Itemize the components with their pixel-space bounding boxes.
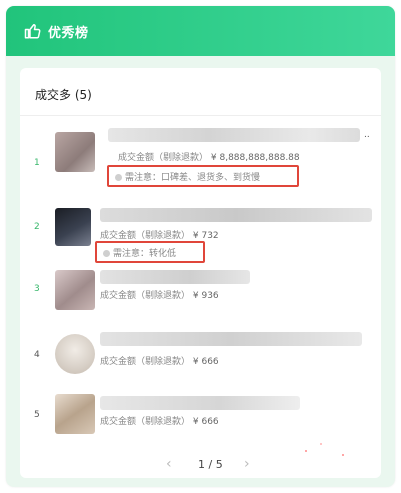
amount-value: ¥ 732 (192, 231, 219, 241)
divider (20, 115, 381, 116)
amount-label: 成交金额（剔除退款） (100, 291, 191, 301)
pagination: ‹ 1 / 5 › (20, 456, 381, 476)
amount-text: 成交金额（剔除退款） ¥ 8,888,888,888.88 (118, 150, 300, 163)
list-item[interactable]: 5 成交金额（剔除退款） ¥ 666 (20, 390, 381, 460)
amount-text: 成交金额（剔除退款） ¥ 666 (100, 414, 219, 427)
panel-title: 优秀榜 (48, 26, 89, 41)
product-thumbnail (55, 334, 95, 374)
thumbs-up-icon (24, 24, 41, 39)
list-item[interactable]: 4 成交金额（剔除退款） ¥ 666 (20, 328, 381, 398)
warning-badge: 需注意：口碑差、退货多、到货慢 (107, 165, 299, 187)
rank-number: 4 (34, 350, 40, 360)
amount-label: 成交金额（剔除退款） (118, 153, 209, 163)
product-thumbnail (55, 208, 91, 246)
section-title: 成交多 (5) (35, 88, 92, 102)
amount-value: ¥ 936 (192, 291, 219, 301)
product-name-blurred (100, 332, 362, 346)
warning-text: 需注意：转化低 (113, 249, 177, 259)
amount-text: 成交金额（剔除退款） ¥ 936 (100, 288, 219, 301)
amount-text: 成交金额（剔除退款） ¥ 732 (100, 228, 219, 241)
amount-value: ¥ 666 (192, 357, 219, 367)
chevron-left-icon[interactable]: ‹ (166, 456, 172, 472)
amount-text: 成交金额（剔除退款） ¥ 666 (100, 354, 219, 367)
rank-number: 2 (34, 222, 40, 232)
leaderboard-panel: 优秀榜 成交多 (5) 1 .. 成交金额（剔除退款） ¥ 8,888,888,… (6, 6, 395, 487)
decorative-dot (305, 450, 307, 452)
decorative-dot (320, 443, 322, 445)
warning-badge: 需注意：转化低 (95, 241, 205, 263)
list-item[interactable]: 3 成交金额（剔除退款） ¥ 936 (20, 266, 381, 336)
amount-label: 成交金额（剔除退款） (100, 357, 191, 367)
warning-dot-icon (115, 174, 122, 181)
ranking-card: 成交多 (5) 1 .. 成交金额（剔除退款） ¥ 8,888,888,888.… (20, 68, 381, 478)
chevron-right-icon[interactable]: › (244, 456, 250, 472)
rank-number: 3 (34, 284, 40, 294)
amount-value: ¥ 8,888,888,888.88 (210, 153, 300, 163)
product-thumbnail (55, 394, 95, 434)
warning-dot-icon (103, 250, 110, 257)
amount-label: 成交金额（剔除退款） (100, 417, 191, 427)
product-name-blurred (100, 208, 372, 222)
product-name-blurred (100, 396, 300, 410)
page-indicator: 1 / 5 (198, 458, 223, 471)
product-name-blurred (108, 128, 360, 142)
rank-number: 5 (34, 410, 40, 420)
amount-value: ¥ 666 (192, 417, 219, 427)
product-thumbnail (55, 270, 95, 310)
panel-header: 优秀榜 (6, 6, 395, 56)
warning-text: 需注意：口碑差、退货多、到货慢 (125, 173, 261, 183)
rank-number: 1 (34, 158, 40, 168)
product-name-ellipsis: .. (364, 130, 370, 140)
list-item[interactable]: 1 .. 成交金额（剔除退款） ¥ 8,888,888,888.88 需注意：口… (20, 124, 381, 194)
product-thumbnail (55, 132, 95, 172)
product-name-blurred (100, 270, 250, 284)
amount-label: 成交金额（剔除退款） (100, 231, 191, 241)
